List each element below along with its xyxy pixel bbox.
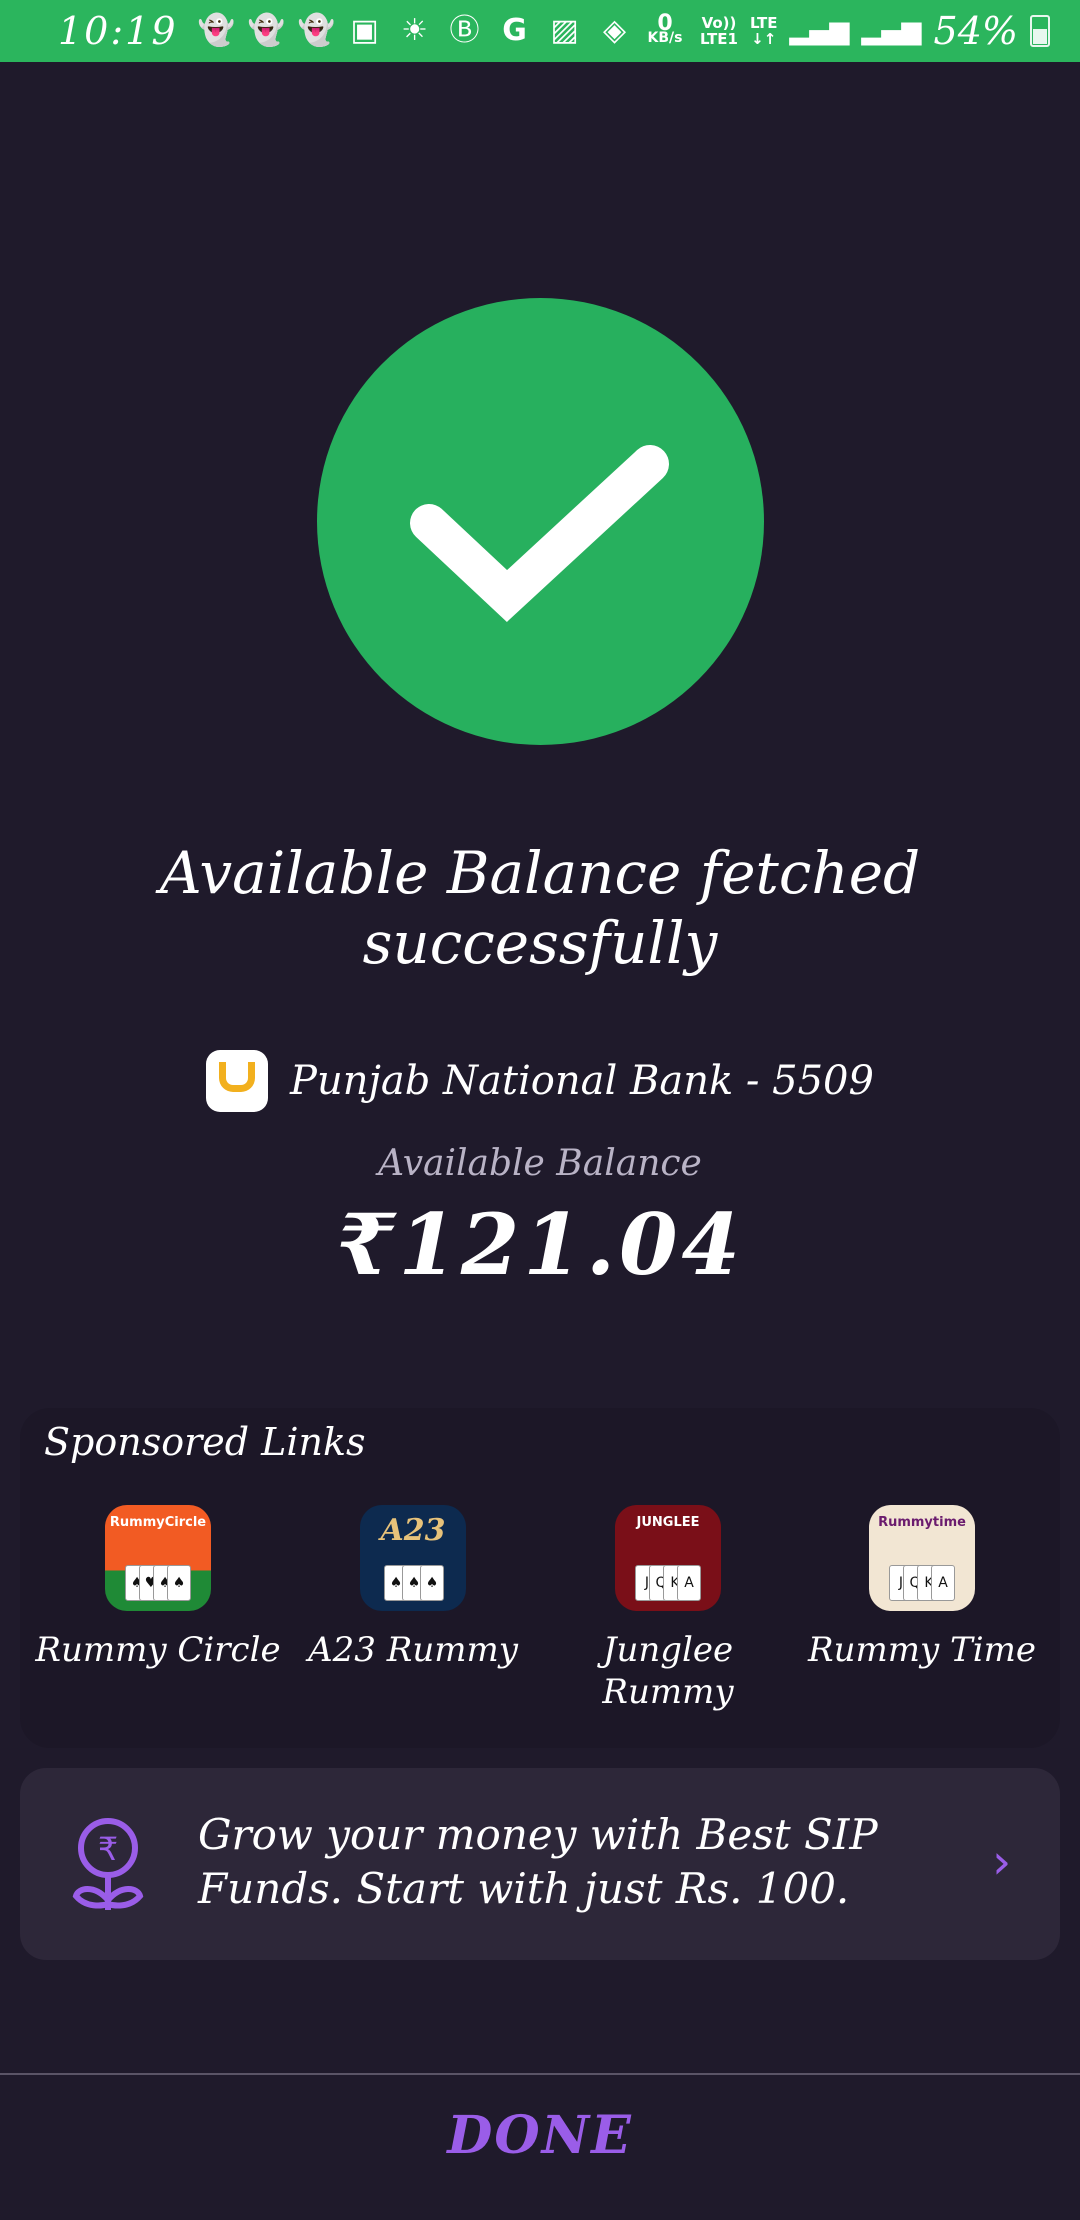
weather-icon: ☀ — [401, 13, 428, 48]
b-icon: Ⓑ — [449, 13, 480, 48]
snapchat-icon: 👻 — [247, 13, 285, 48]
snapchat-icon: 👻 — [197, 13, 235, 48]
google-icon: G — [502, 13, 527, 48]
rupee-plant-icon: ₹ — [72, 1814, 144, 1918]
status-bar: 10:19 👻 👻 👻 ▣ ☀ Ⓑ G ▨ ◈ 0 KB/s Vo)) LTE1… — [0, 0, 1080, 62]
sponsored-app-rummy-time[interactable]: Rummytime JQKA Rummy Time — [797, 1505, 1047, 1671]
network-speed: 0 KB/s — [647, 11, 683, 46]
signal-icon: ▂▄▆ — [861, 16, 922, 46]
sponsored-app-rummy-circle[interactable]: RummyCircle ♠ ♥ ♠ ♠ Rummy Circle — [33, 1505, 283, 1671]
notification-icons: 👻 👻 👻 ▣ ☀ Ⓑ G ▨ ◈ 0 KB/s — [197, 11, 700, 48]
junglee-rummy-icon: JUNGLEE JQKA — [615, 1505, 721, 1611]
bank-name: Punjab National Bank - 5509 — [290, 1058, 874, 1104]
rummy-circle-icon: RummyCircle ♠ ♥ ♠ ♠ — [105, 1505, 211, 1611]
sip-funds-banner[interactable]: ₹ Grow your money with Best SIP Funds. S… — [20, 1768, 1060, 1960]
gallery-icon: ▨ — [550, 13, 579, 48]
voicemail-icon: ▣ — [350, 13, 379, 48]
lte-indicator: LTE ↓↑ — [749, 14, 778, 48]
rummy-time-icon: Rummytime JQKA — [869, 1505, 975, 1611]
bank-account-row: Punjab National Bank - 5509 — [0, 1050, 1080, 1112]
sip-banner-text: Grow your money with Best SIP Funds. Sta… — [198, 1810, 878, 1913]
sponsored-app-junglee-rummy[interactable]: JUNGLEE JQKA Junglee Rummy — [543, 1505, 793, 1713]
app-name: A23 Rummy — [308, 1630, 518, 1670]
svg-text:₹: ₹ — [98, 1830, 118, 1868]
battery-icon — [1030, 15, 1050, 47]
chevron-right-icon: › — [992, 1834, 1012, 1890]
success-title: Available Balance fetched successfully — [159, 839, 921, 977]
app-name: Rummy Time — [808, 1630, 1036, 1670]
battery-percent: 54% — [933, 9, 1018, 53]
app-name: Junglee Rummy — [602, 1630, 734, 1712]
bank-logo-icon — [206, 1050, 269, 1112]
success-check-icon — [317, 298, 764, 745]
status-time: 10:19 — [58, 9, 178, 53]
footer-divider — [0, 2073, 1080, 2075]
sponsored-title: Sponsored Links — [44, 1420, 366, 1464]
done-button[interactable]: DONE — [0, 2105, 1080, 2166]
a23-rummy-icon: A23 ♠ ♠ ♠ — [360, 1505, 466, 1611]
sponsored-app-a23-rummy[interactable]: A23 ♠ ♠ ♠ A23 Rummy — [288, 1505, 538, 1671]
balance-label: Available Balance — [378, 1143, 702, 1184]
app-name: Rummy Circle — [35, 1630, 281, 1670]
volte-indicator: Vo)) LTE1 — [699, 14, 738, 48]
signal-icon: ▂▄▆ — [789, 16, 850, 46]
snapchat-icon: 👻 — [297, 13, 335, 48]
wifi-icon: ◈ — [602, 13, 627, 48]
balance-value: ₹121.04 — [336, 1195, 744, 1294]
